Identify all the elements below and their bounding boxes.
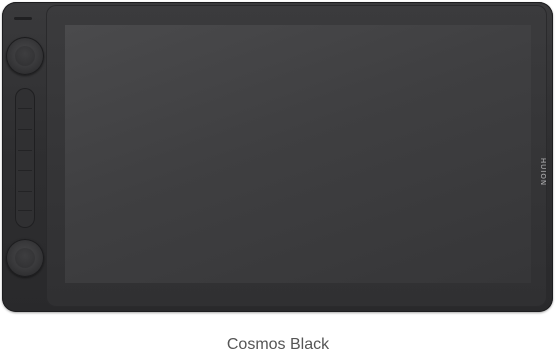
brand-logo-text: HUION [539, 157, 547, 187]
color-caption: Cosmos Black [226, 336, 330, 353]
key-divider [18, 191, 32, 192]
status-indicator [14, 17, 32, 20]
express-key-strip [15, 88, 35, 228]
top-dial-icon [6, 37, 44, 75]
product-image: HUION Cosmos Black [0, 0, 556, 364]
key-divider [18, 108, 32, 109]
brand-logo: HUION [537, 157, 549, 187]
key-divider [18, 150, 32, 151]
key-divider [18, 210, 32, 211]
key-divider [18, 129, 32, 130]
display-area [65, 25, 531, 283]
bottom-dial-icon [6, 239, 44, 277]
key-divider [18, 170, 32, 171]
